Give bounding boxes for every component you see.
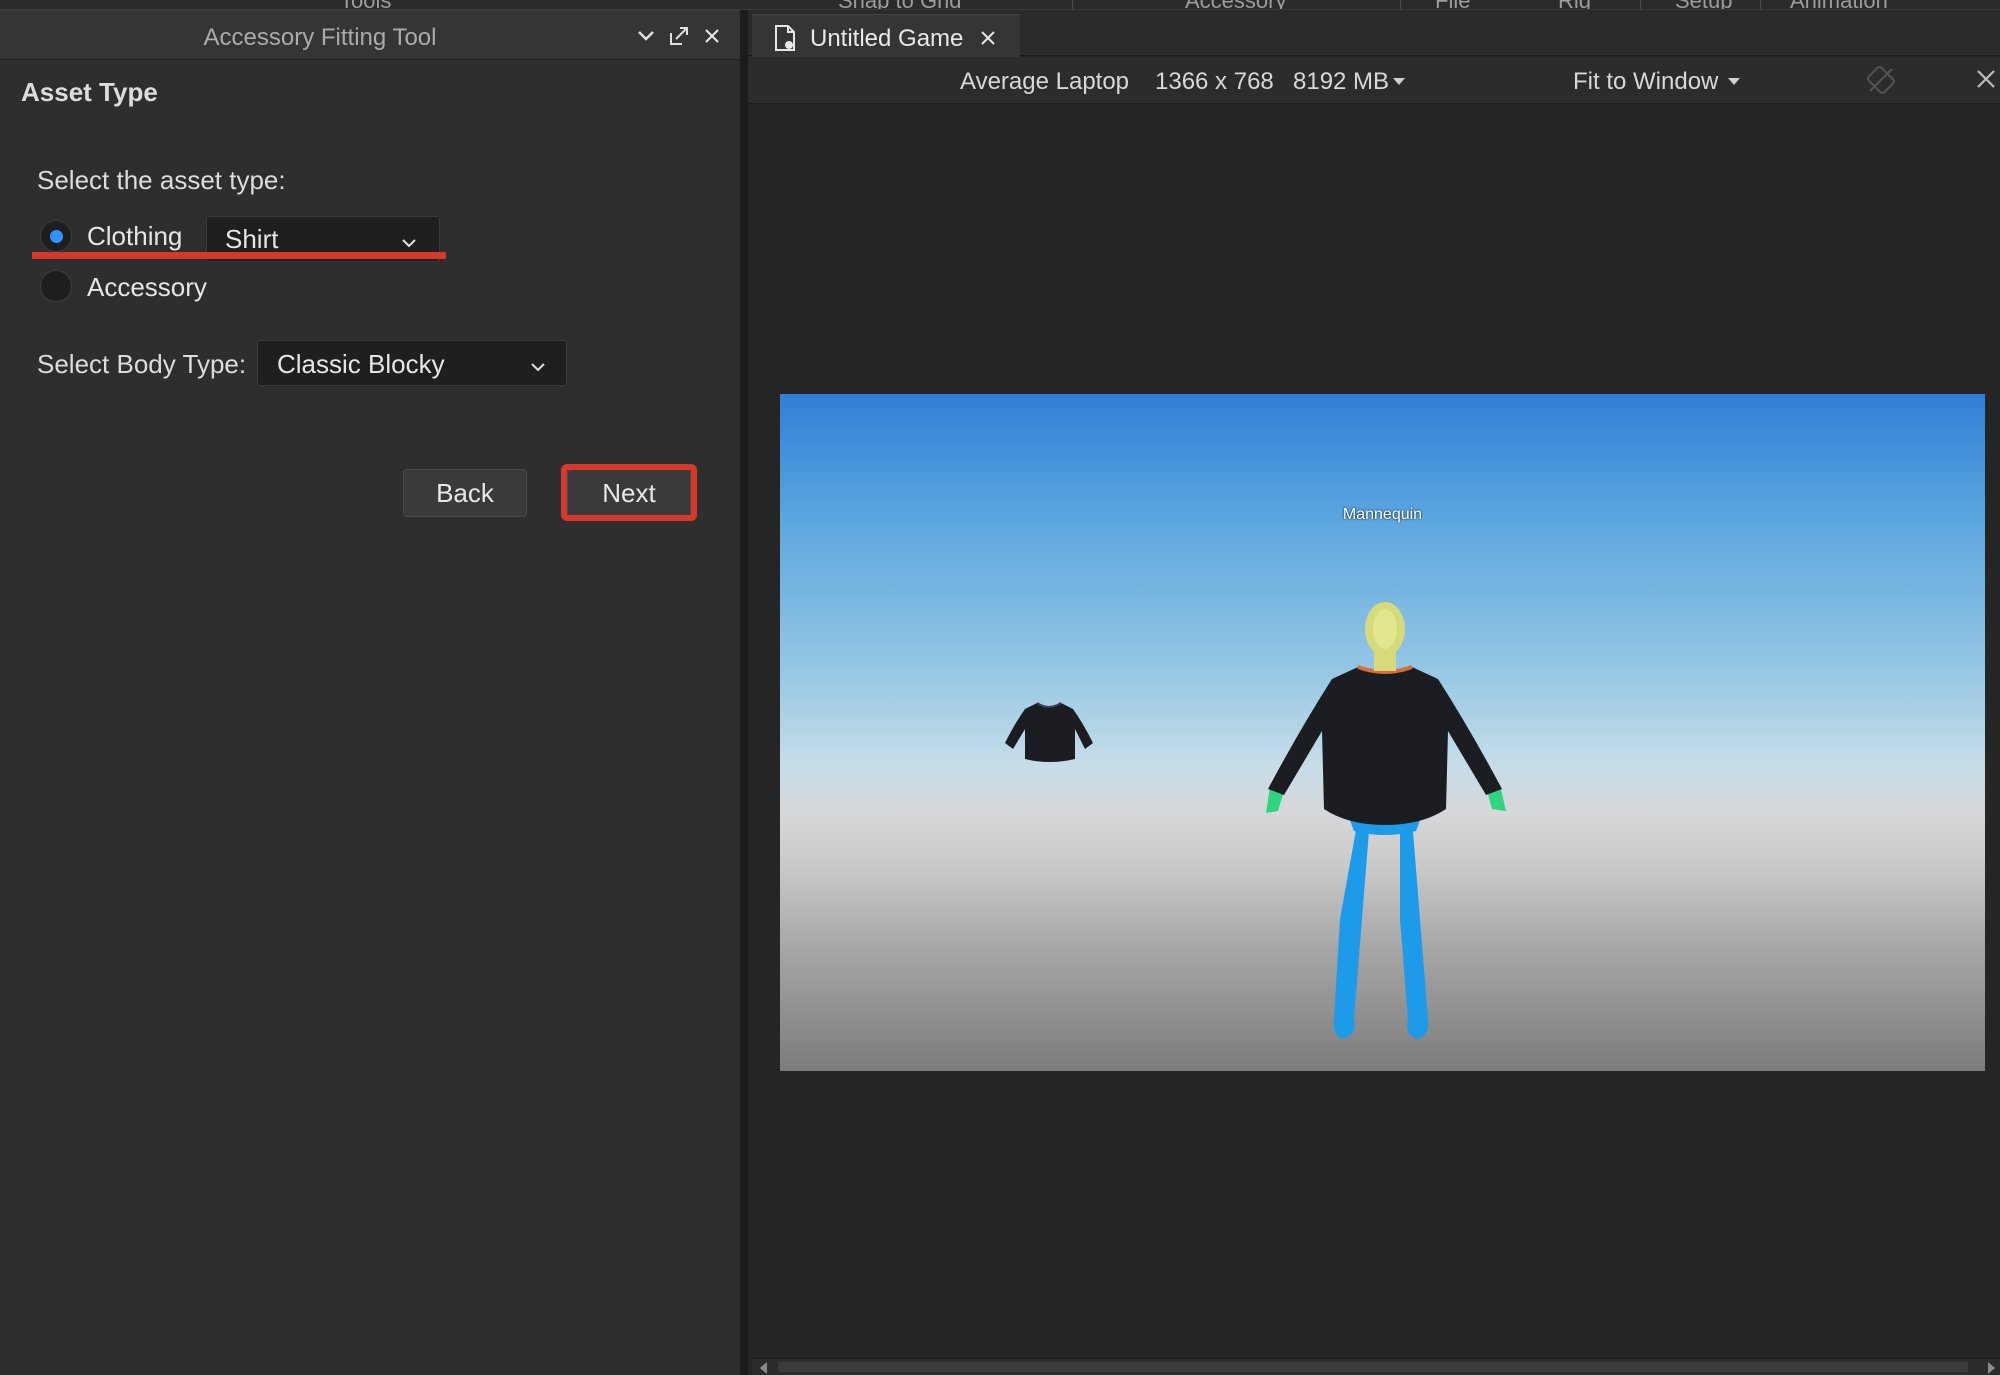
tab-untitled-game[interactable]: Untitled Game xyxy=(752,14,1020,60)
back-button[interactable]: Back xyxy=(403,469,527,517)
game-viewport[interactable]: Mannequin xyxy=(780,394,1985,1071)
clothing-radio[interactable] xyxy=(40,220,72,252)
panel-titlebar: Accessory Fitting Tool xyxy=(0,10,740,60)
device-emulation-bar: Average Laptop 1366 x 768 8192 MB Fit to… xyxy=(748,57,2000,104)
ribbon-item-file[interactable]: File xyxy=(1435,0,1470,9)
horizontal-scrollbar[interactable] xyxy=(752,1358,2000,1375)
floating-shirt-image xyxy=(1005,702,1093,762)
ribbon-item-accessory[interactable]: Accessory xyxy=(1185,0,1286,9)
highlight-box xyxy=(561,464,697,521)
panel-splitter[interactable] xyxy=(740,10,748,1375)
chevron-down-icon xyxy=(528,353,548,373)
ribbon-item-rig[interactable]: Rig xyxy=(1558,0,1591,9)
rotate-device-icon[interactable] xyxy=(1866,65,1896,102)
fit-dropdown-caret[interactable] xyxy=(1728,78,1740,85)
tab-label: Untitled Game xyxy=(810,25,964,52)
ribbon-item-animation[interactable]: Animation xyxy=(1790,0,1888,9)
top-ribbon: Tools Snap to Grid Accessory File Rig Se… xyxy=(0,0,2000,10)
select-asset-type-label: Select the asset type: xyxy=(37,165,286,195)
scroll-left-arrow[interactable] xyxy=(760,1362,767,1374)
device-resolution: 1366 x 768 xyxy=(1155,68,1274,95)
ribbon-item-snap-to-grid[interactable]: Snap to Grid xyxy=(838,0,962,9)
device-name[interactable]: Average Laptop xyxy=(960,68,1129,96)
body-type-dropdown[interactable]: Classic Blocky xyxy=(257,340,567,386)
chevron-down-icon[interactable] xyxy=(633,23,659,49)
document-tabs: Untitled Game xyxy=(748,10,2000,60)
close-icon[interactable] xyxy=(699,23,725,49)
fit-to-window[interactable]: Fit to Window xyxy=(1573,68,1718,96)
mannequin-character xyxy=(1266,602,1506,1039)
device-memory[interactable]: 8192 MB xyxy=(1293,68,1389,96)
chevron-down-icon xyxy=(399,229,419,249)
panel-title: Accessory Fitting Tool xyxy=(203,24,437,51)
accessory-label[interactable]: Accessory xyxy=(87,272,207,303)
clothing-label[interactable]: Clothing xyxy=(87,221,182,252)
ribbon-item-setup[interactable]: Setup xyxy=(1675,0,1733,9)
section-title: Asset Type xyxy=(21,77,158,107)
ribbon-separator xyxy=(1400,0,1401,9)
scrollbar-thumb[interactable] xyxy=(778,1362,1968,1372)
undock-icon[interactable] xyxy=(666,23,692,49)
close-icon[interactable] xyxy=(978,28,998,48)
ribbon-separator xyxy=(1640,0,1641,9)
scroll-right-arrow[interactable] xyxy=(1988,1362,1995,1374)
body-type-value: Classic Blocky xyxy=(277,349,445,379)
select-body-type-label: Select Body Type: xyxy=(37,349,247,379)
memory-dropdown-caret[interactable] xyxy=(1393,78,1405,85)
accessory-fitting-panel xyxy=(0,10,740,1375)
document-icon xyxy=(774,24,796,52)
close-icon[interactable] xyxy=(1973,66,1999,99)
accessory-radio[interactable] xyxy=(40,270,72,302)
ribbon-separator xyxy=(1760,0,1761,9)
ribbon-separator xyxy=(1072,0,1073,9)
highlight-underline xyxy=(32,252,446,259)
mannequin-label: Mannequin xyxy=(1342,506,1423,523)
ribbon-item-tools[interactable]: Tools xyxy=(340,0,391,9)
clothing-type-value: Shirt xyxy=(225,224,279,254)
